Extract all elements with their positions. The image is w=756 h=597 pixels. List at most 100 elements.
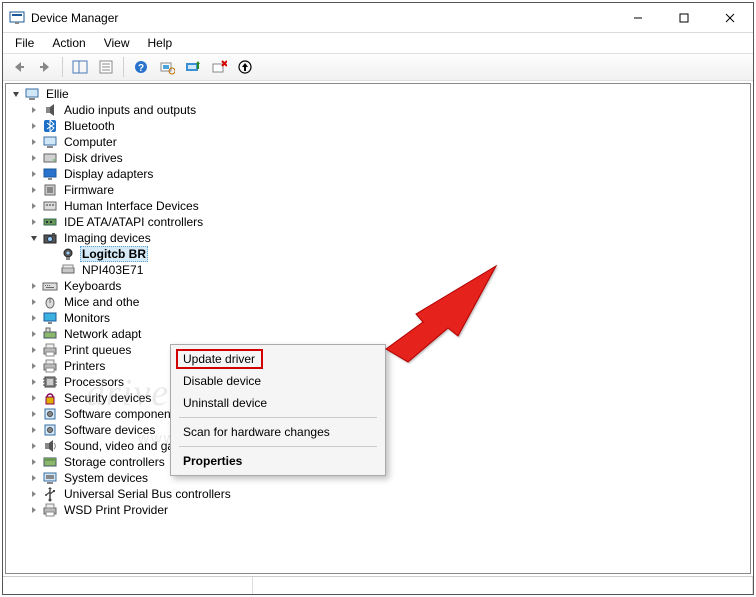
help-toolbar-button[interactable]: ?	[129, 55, 153, 79]
properties-toolbar-button[interactable]	[94, 55, 118, 79]
software-icon	[42, 422, 58, 438]
computer-icon	[24, 86, 40, 102]
expand-icon[interactable]	[28, 200, 40, 212]
expand-icon[interactable]	[28, 456, 40, 468]
expand-icon[interactable]	[28, 360, 40, 372]
device-tree[interactable]: driver easy www.DriverEasy.com EllieAudi…	[5, 83, 751, 574]
tree-category[interactable]: Universal Serial Bus controllers	[8, 486, 750, 502]
ide-icon	[42, 214, 58, 230]
disk-icon	[42, 150, 58, 166]
tree-device[interactable]: Logitcb BR	[8, 246, 750, 262]
expand-icon[interactable]	[28, 440, 40, 452]
collapse-icon[interactable]	[28, 232, 40, 244]
tree-item-label: Software devices	[62, 423, 157, 437]
tree-category[interactable]: Imaging devices	[8, 230, 750, 246]
tree-item-label: Keyboards	[62, 279, 123, 293]
context-uninstall-device[interactable]: Uninstall device	[173, 392, 383, 414]
expand-icon[interactable]	[28, 472, 40, 484]
webcam-icon	[60, 246, 76, 262]
computer-icon	[42, 134, 58, 150]
tree-item-label: Software components	[62, 407, 182, 421]
update-driver-toolbar-button[interactable]	[181, 55, 205, 79]
back-button[interactable]	[7, 55, 31, 79]
context-properties[interactable]: Properties	[173, 450, 383, 472]
context-label: Update driver	[183, 352, 255, 366]
expand-icon[interactable]	[28, 296, 40, 308]
expand-icon[interactable]	[28, 120, 40, 132]
maximize-button[interactable]	[661, 3, 707, 32]
tree-device[interactable]: NPI403E71	[8, 262, 750, 278]
tree-item-label: Human Interface Devices	[62, 199, 201, 213]
tree-category[interactable]: Display adapters	[8, 166, 750, 182]
context-scan-hardware[interactable]: Scan for hardware changes	[173, 421, 383, 443]
tree-category[interactable]: Human Interface Devices	[8, 198, 750, 214]
forward-button[interactable]	[33, 55, 57, 79]
collapse-icon[interactable]	[10, 88, 22, 100]
tree-category[interactable]: IDE ATA/ATAPI controllers	[8, 214, 750, 230]
tree-category[interactable]: Bluetooth	[8, 118, 750, 134]
tree-item-label: Disk drives	[62, 151, 125, 165]
expand-icon[interactable]	[28, 392, 40, 404]
context-disable-device[interactable]: Disable device	[173, 370, 383, 392]
expand-icon[interactable]	[28, 104, 40, 116]
expand-icon[interactable]	[28, 376, 40, 388]
expand-icon[interactable]	[28, 408, 40, 420]
tree-category[interactable]: Disk drives	[8, 150, 750, 166]
expand-icon[interactable]	[28, 488, 40, 500]
tree-category[interactable]: Keyboards	[8, 278, 750, 294]
svg-text:?: ?	[138, 63, 144, 74]
scan-hardware-toolbar-button[interactable]	[155, 55, 179, 79]
scanner-icon	[60, 262, 76, 278]
system-icon	[42, 470, 58, 486]
expand-icon[interactable]	[28, 424, 40, 436]
keyboard-icon	[42, 278, 58, 294]
chip-icon	[42, 182, 58, 198]
network-icon	[42, 326, 58, 342]
tree-item-label: Imaging devices	[62, 231, 153, 245]
tree-item-label: Processors	[62, 375, 126, 389]
expand-icon[interactable]	[28, 168, 40, 180]
tree-category[interactable]: Network adapt	[8, 326, 750, 342]
tree-category[interactable]: Firmware	[8, 182, 750, 198]
tree-category[interactable]: Computer	[8, 134, 750, 150]
tree-item-label: Logitcb BR	[80, 246, 148, 262]
menu-file[interactable]: File	[7, 34, 42, 52]
expand-icon[interactable]	[28, 136, 40, 148]
show-hide-console-button[interactable]	[68, 55, 92, 79]
expand-icon[interactable]	[28, 184, 40, 196]
expand-icon[interactable]	[28, 312, 40, 324]
tree-item-label: Firmware	[62, 183, 116, 197]
expand-icon[interactable]	[28, 328, 40, 340]
close-button[interactable]	[707, 3, 753, 32]
context-separator	[179, 417, 377, 418]
display-icon	[42, 166, 58, 182]
disable-toolbar-button[interactable]	[233, 55, 257, 79]
tree-item-label: Bluetooth	[62, 119, 117, 133]
expand-icon[interactable]	[28, 504, 40, 516]
expand-icon[interactable]	[28, 280, 40, 292]
tree-item-label: Print queues	[62, 343, 133, 357]
uninstall-toolbar-button[interactable]	[207, 55, 231, 79]
tree-item-label: System devices	[62, 471, 150, 485]
app-icon	[9, 10, 25, 26]
tree-category[interactable]: Monitors	[8, 310, 750, 326]
expand-icon[interactable]	[28, 216, 40, 228]
tree-category[interactable]: Mice and othe	[8, 294, 750, 310]
menu-help[interactable]: Help	[140, 34, 181, 52]
context-label: Properties	[183, 454, 242, 468]
expand-icon[interactable]	[28, 344, 40, 356]
tree-root-node[interactable]: Ellie	[8, 86, 750, 102]
tree-item-label: Universal Serial Bus controllers	[62, 487, 233, 501]
minimize-button[interactable]	[615, 3, 661, 32]
menu-view[interactable]: View	[96, 34, 138, 52]
context-label: Uninstall device	[183, 396, 267, 410]
sound-icon	[42, 438, 58, 454]
tree-category[interactable]: Audio inputs and outputs	[8, 102, 750, 118]
tree-category[interactable]: WSD Print Provider	[8, 502, 750, 518]
context-update-driver[interactable]: Update driver	[173, 348, 383, 370]
menu-action[interactable]: Action	[44, 34, 93, 52]
expand-icon[interactable]	[28, 152, 40, 164]
cpu-icon	[42, 374, 58, 390]
tree-item-label: Monitors	[62, 311, 112, 325]
software-icon	[42, 406, 58, 422]
